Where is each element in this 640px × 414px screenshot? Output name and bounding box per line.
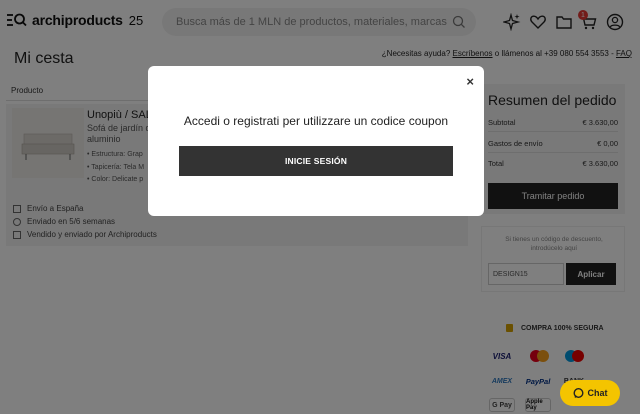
login-required-modal: × Accedi o registrati per utilizzare un … <box>148 66 484 216</box>
login-button[interactable]: INICIE SESIÓN <box>179 146 453 176</box>
chat-label: Chat <box>587 388 608 398</box>
close-icon[interactable]: × <box>466 74 474 89</box>
chat-button[interactable]: Chat <box>560 380 620 406</box>
modal-message: Accedi o registrati per utilizzare un co… <box>183 114 449 128</box>
chat-bubble-icon <box>573 387 583 398</box>
